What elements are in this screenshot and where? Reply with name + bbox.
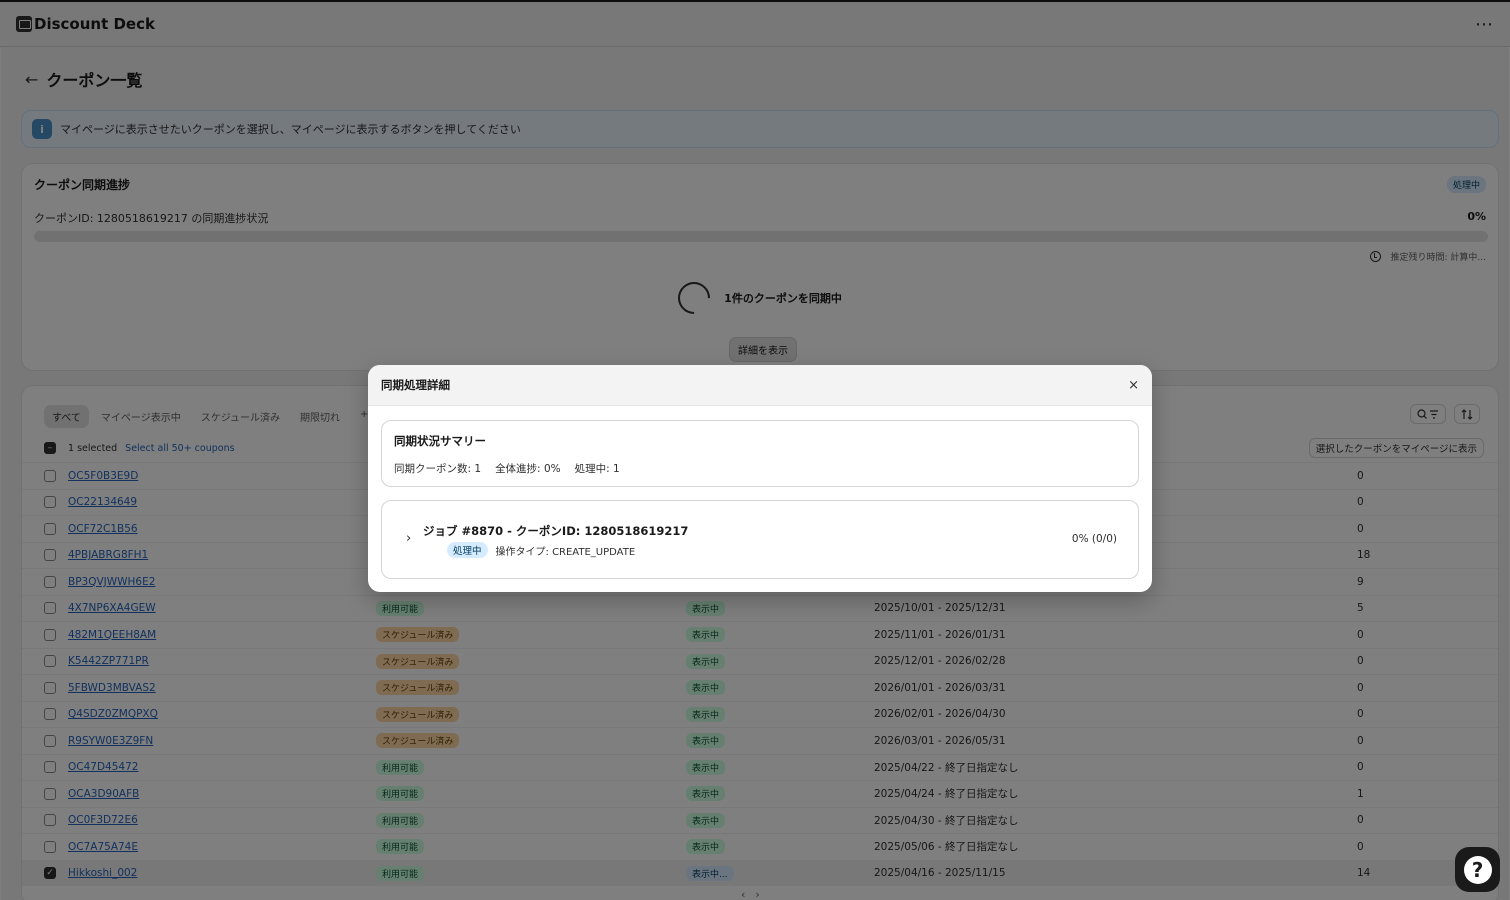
close-icon[interactable]: × (1128, 378, 1139, 393)
summary-progress: 全体進捗: 0% (495, 463, 561, 475)
summary-stats: 同期クーポン数: 1 全体進捗: 0% 処理中: 1 (394, 461, 1126, 476)
sync-detail-modal: 同期処理詳細 × 同期状況サマリー 同期クーポン数: 1 全体進捗: 0% 処理… (368, 365, 1152, 592)
job-meta: 処理中 操作タイプ: CREATE_UPDATE (447, 542, 635, 558)
chevron-right-icon[interactable]: › (406, 531, 411, 546)
help-button[interactable]: ? (1455, 847, 1500, 892)
job-type: 操作タイプ: CREATE_UPDATE (495, 546, 636, 558)
summary-box: 同期状況サマリー 同期クーポン数: 1 全体進捗: 0% 処理中: 1 (381, 420, 1139, 487)
modal-title: 同期処理詳細 (381, 378, 450, 392)
job-item[interactable]: › ジョブ #8870 - クーポンID: 1280518619217 処理中 … (381, 500, 1139, 579)
help-icon: ? (1463, 855, 1492, 884)
summary-processing: 処理中: 1 (574, 463, 620, 475)
job-progress: 0% (0/0) (1071, 533, 1117, 545)
job-title: ジョブ #8870 - クーポンID: 1280518619217 (423, 524, 689, 538)
summary-title: 同期状況サマリー (394, 434, 486, 448)
summary-count: 同期クーポン数: 1 (394, 463, 482, 475)
job-status-badge: 処理中 (447, 542, 488, 558)
modal-header: 同期処理詳細 × (368, 365, 1152, 406)
